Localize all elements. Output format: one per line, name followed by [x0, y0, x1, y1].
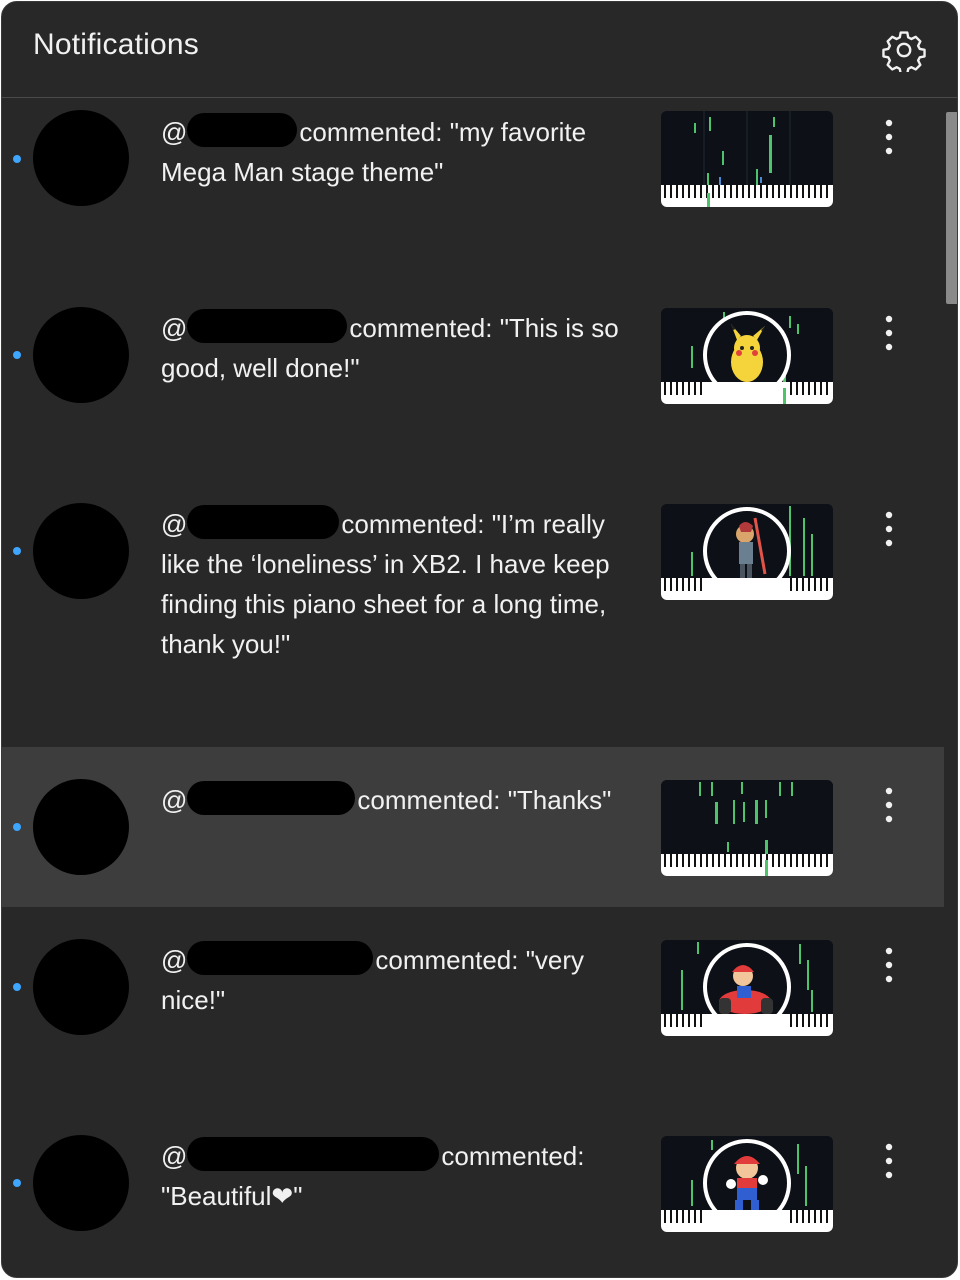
- video-thumbnail[interactable]: [661, 308, 833, 404]
- notification-item[interactable]: @ commented: "my favorite Mega Man stage …: [2, 99, 944, 295]
- avatar[interactable]: [33, 1135, 129, 1231]
- avatar[interactable]: [33, 307, 129, 403]
- mention-prefix: @: [161, 1141, 188, 1171]
- notification-item[interactable]: @ commented: "very nice!": [2, 907, 944, 1103]
- video-thumbnail[interactable]: [661, 111, 833, 207]
- gear-icon[interactable]: [882, 28, 926, 72]
- notification-list[interactable]: @ commented: "my favorite Mega Man stage …: [2, 99, 944, 1277]
- unread-dot: [13, 1179, 21, 1187]
- notification-item[interactable]: @ commented: "Beautiful❤": [2, 1103, 944, 1277]
- redacted-username: [187, 309, 348, 343]
- mention-prefix: @: [161, 785, 188, 815]
- redacted-username: [187, 505, 340, 539]
- notification-text: @ commented: "Thanks": [161, 780, 631, 820]
- more-vert-icon[interactable]: [874, 943, 904, 987]
- redacted-username: [187, 113, 298, 147]
- video-thumbnail[interactable]: [661, 780, 833, 876]
- avatar[interactable]: [33, 939, 129, 1035]
- panel-header: Notifications: [2, 2, 957, 98]
- unread-dot: [13, 351, 21, 359]
- scrollbar[interactable]: [945, 112, 957, 1212]
- notification-item[interactable]: @ commented: "I’m really like the ‘loneli…: [2, 491, 944, 747]
- panel-title: Notifications: [33, 28, 200, 61]
- scrollbar-thumb[interactable]: [946, 112, 957, 304]
- video-thumbnail[interactable]: [661, 940, 833, 1036]
- mention-prefix: @: [161, 313, 188, 343]
- notification-text: @ commented: "Beautiful❤": [161, 1136, 631, 1216]
- redacted-username: [187, 781, 356, 815]
- notification-text: @ commented: "I’m really like the ‘loneli…: [161, 504, 631, 664]
- notification-text: @ commented: "my favorite Mega Man stage …: [161, 112, 631, 192]
- notification-item[interactable]: @ commented: "Thanks": [2, 747, 944, 907]
- more-vert-icon[interactable]: [874, 783, 904, 827]
- unread-dot: [13, 983, 21, 991]
- comment-text: commented: "Thanks": [357, 785, 612, 815]
- more-vert-icon[interactable]: [874, 115, 904, 159]
- notification-item[interactable]: @ commented: "This is so good, well done!…: [2, 295, 944, 491]
- mention-prefix: @: [161, 509, 188, 539]
- more-vert-icon[interactable]: [874, 1139, 904, 1183]
- unread-dot: [13, 155, 21, 163]
- more-vert-icon[interactable]: [874, 311, 904, 355]
- video-thumbnail[interactable]: [661, 504, 833, 600]
- unread-dot: [13, 547, 21, 555]
- avatar[interactable]: [33, 779, 129, 875]
- avatar[interactable]: [33, 503, 129, 599]
- mention-prefix: @: [161, 117, 188, 147]
- unread-dot: [13, 823, 21, 831]
- redacted-username: [187, 941, 374, 975]
- notifications-panel: Notifications @ commented: "my favorite M…: [1, 1, 958, 1278]
- avatar[interactable]: [33, 110, 129, 206]
- more-vert-icon[interactable]: [874, 507, 904, 551]
- notification-text: @ commented: "This is so good, well done!…: [161, 308, 631, 388]
- mention-prefix: @: [161, 945, 188, 975]
- video-thumbnail[interactable]: [661, 1136, 833, 1232]
- notification-text: @ commented: "very nice!": [161, 940, 631, 1020]
- redacted-username: [187, 1137, 440, 1171]
